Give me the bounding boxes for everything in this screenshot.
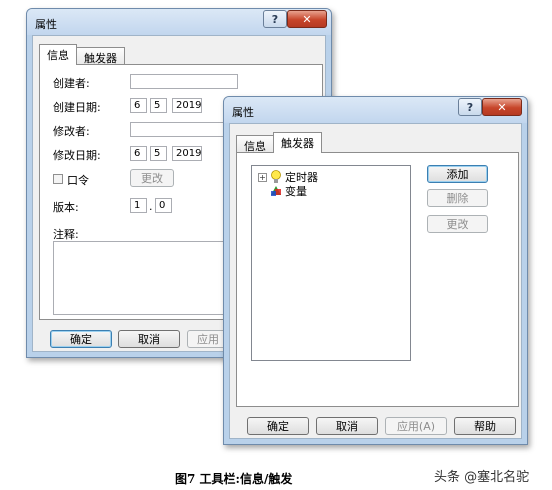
modified-year-input[interactable]: 2019 — [172, 146, 202, 161]
notes-textarea[interactable] — [53, 241, 239, 315]
front-cancel-button[interactable]: 取消 — [316, 417, 378, 435]
password-label: 口令 — [67, 174, 89, 187]
front-tab-strip: 信息 触发器 — [236, 132, 322, 153]
tree-item-variable[interactable]: 变量 — [270, 183, 307, 199]
back-ok-button[interactable]: 确定 — [50, 330, 112, 348]
front-titlebar: 属性 ? ✕ — [224, 97, 527, 123]
front-help-button[interactable]: 帮助 — [454, 417, 516, 435]
version-label: 版本: — [53, 201, 79, 214]
creator-input[interactable] — [130, 74, 238, 89]
password-checkbox[interactable] — [53, 174, 63, 184]
modified-day-input[interactable]: 6 — [130, 146, 147, 161]
created-day-input[interactable]: 6 — [130, 98, 147, 113]
front-help-icon[interactable]: ? — [458, 98, 482, 116]
modified-date-label: 修改日期: — [53, 149, 101, 162]
front-window-title: 属性 — [232, 106, 254, 119]
back-cancel-button[interactable]: 取消 — [118, 330, 180, 348]
creator-label: 创建者: — [53, 77, 90, 90]
back-tab-strip: 信息 触发器 — [39, 44, 125, 65]
front-ok-button[interactable]: 确定 — [247, 417, 309, 435]
expand-plus-icon[interactable]: + — [258, 172, 267, 182]
change-trigger-button[interactable]: 更改 — [427, 215, 488, 233]
back-titlebar: 属性 ? ✕ — [27, 9, 331, 35]
created-month-input[interactable]: 5 — [150, 98, 167, 113]
add-trigger-button[interactable]: 添加 — [427, 165, 488, 183]
front-tab-panel: + 定时器 变量 添加 删除 更改 — [236, 152, 519, 407]
delete-trigger-button[interactable]: 删除 — [427, 189, 488, 207]
back-close-icon[interactable]: ✕ — [287, 10, 327, 28]
notes-label: 注释: — [53, 228, 79, 241]
figure-caption: 图7 工具栏:信息/触发 — [175, 472, 293, 486]
modified-month-input[interactable]: 5 — [150, 146, 167, 161]
modifier-label: 修改者: — [53, 125, 90, 138]
version-major-input[interactable]: 1 — [130, 198, 147, 213]
variable-icon — [271, 186, 281, 196]
front-tab-info[interactable]: 信息 — [236, 135, 274, 153]
front-close-icon[interactable]: ✕ — [482, 98, 522, 116]
tree-item-variable-label: 变量 — [285, 185, 307, 198]
modifier-input[interactable] — [130, 122, 238, 137]
watermark: 头条 @塞北名驼 — [434, 470, 530, 485]
front-apply-button[interactable]: 应用(A) — [385, 417, 447, 435]
front-tab-triggers[interactable]: 触发器 — [273, 132, 322, 153]
back-tab-triggers[interactable]: 触发器 — [76, 47, 125, 65]
back-tab-info[interactable]: 信息 — [39, 44, 77, 65]
created-year-input[interactable]: 2019 — [172, 98, 202, 113]
back-window-title: 属性 — [35, 18, 57, 31]
version-minor-input[interactable]: 0 — [155, 198, 172, 213]
version-separator: . — [149, 200, 153, 213]
created-date-label: 创建日期: — [53, 101, 101, 114]
trigger-tree[interactable]: + 定时器 变量 — [251, 165, 411, 361]
change-password-button[interactable]: 更改 — [130, 169, 174, 187]
front-client-area: 信息 触发器 + 定时器 变量 添加 删除 更改 确定 取消 应用(A) 帮助 — [229, 123, 522, 439]
lightbulb-icon — [271, 170, 281, 183]
back-help-icon[interactable]: ? — [263, 10, 287, 28]
front-properties-window: 属性 ? ✕ 信息 触发器 + 定时器 变量 添加 删除 更改 确定 取消 应用… — [223, 96, 528, 445]
